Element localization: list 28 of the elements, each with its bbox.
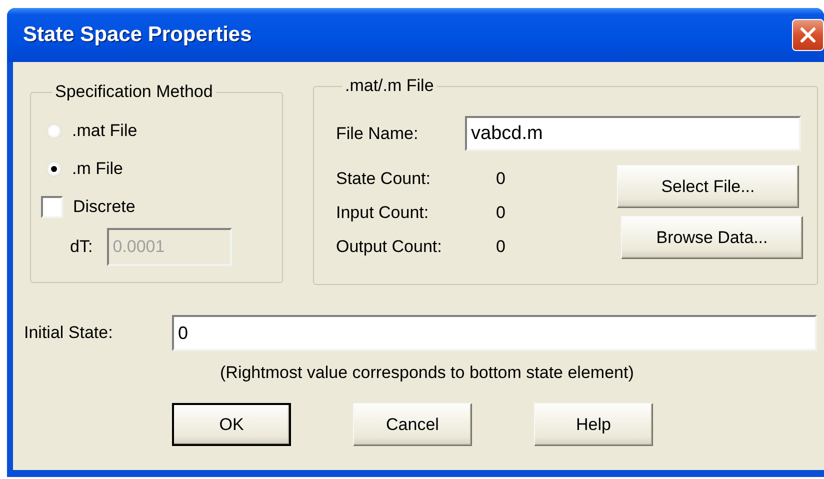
radio-label: .m File (72, 159, 123, 179)
radio-label: .mat File (72, 121, 138, 141)
count-label: State Count: (336, 169, 432, 189)
close-button[interactable] (792, 19, 824, 51)
close-icon (798, 25, 818, 45)
dialog-button[interactable]: Cancel (353, 403, 472, 446)
hint-text: (Rightmost value corresponds to bottom state element) (220, 363, 635, 383)
checkbox-label: Discrete (73, 197, 136, 217)
group-title: Specification Method (54, 82, 214, 102)
count-value: 0 (496, 237, 506, 257)
group-title: .mat/.m File (344, 76, 435, 96)
checkbox[interactable] (41, 196, 63, 218)
count-label: Output Count: (336, 237, 443, 257)
radio-button[interactable] (46, 161, 62, 177)
field-label: Initial State: (24, 323, 114, 343)
field-label: dT: (70, 237, 93, 257)
count-value: 0 (496, 169, 506, 189)
file-name-field[interactable]: vabcd.m (465, 116, 801, 151)
count-value: 0 (496, 203, 506, 223)
dialog-button[interactable]: OK (172, 403, 291, 446)
dialog-button[interactable]: Help (534, 403, 653, 446)
count-label: Input Count: (336, 203, 430, 223)
select-file-button[interactable]: Select File... (617, 165, 799, 208)
window-title: State Space Properties (23, 23, 252, 47)
initial-state-field[interactable]: 0 (172, 315, 817, 351)
browse-data-button[interactable]: Browse Data... (621, 216, 803, 259)
field-label: File Name: (336, 124, 420, 144)
radio-button[interactable] (46, 123, 62, 139)
